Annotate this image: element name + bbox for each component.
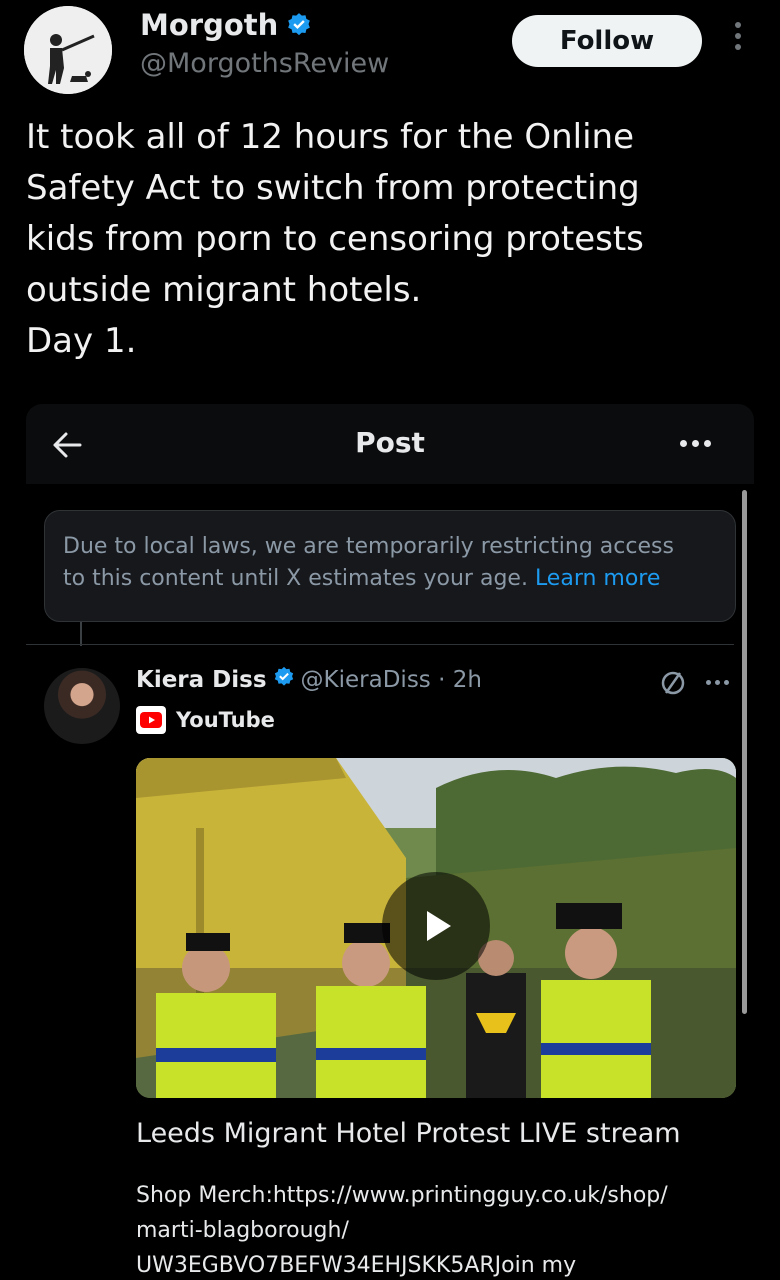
no-entry-icon[interactable] xyxy=(658,668,688,698)
age-restriction-notice: Due to local laws, we are temporarily re… xyxy=(44,510,736,622)
scrollbar[interactable] xyxy=(742,490,747,1014)
video-description: Shop Merch:https://www.printingguy.co.uk… xyxy=(136,1183,668,1278)
author-name-row[interactable]: Morgoth xyxy=(140,8,312,42)
more-options-icon[interactable] xyxy=(728,22,748,62)
source-row: YouTube xyxy=(136,706,275,734)
quoted-more-icon[interactable] xyxy=(706,680,729,685)
quoted-author-handle-time[interactable]: @KieraDiss · 2h xyxy=(301,667,482,693)
quoted-author-meta: Kiera Diss @KieraDiss · 2h xyxy=(136,666,482,694)
avatar-silhouette-icon xyxy=(24,6,112,94)
youtube-icon xyxy=(136,706,166,734)
quoted-author-avatar[interactable] xyxy=(44,668,120,744)
play-button-icon[interactable] xyxy=(382,872,490,980)
embedded-more-icon[interactable] xyxy=(680,440,711,447)
author-name[interactable]: Morgoth xyxy=(140,8,278,42)
embedded-post-screenshot[interactable]: Post Due to local laws, we are temporari… xyxy=(26,404,754,1280)
author-handle[interactable]: @MorgothsReview xyxy=(140,48,389,79)
source-label: YouTube xyxy=(176,708,275,732)
quoted-author-name[interactable]: Kiera Diss xyxy=(136,667,267,693)
video-thumbnail[interactable] xyxy=(136,758,736,1098)
embedded-post-title: Post xyxy=(355,426,425,459)
verified-badge-icon xyxy=(273,666,295,694)
thread-connector-line xyxy=(80,622,82,646)
learn-more-link[interactable]: Learn more xyxy=(535,566,660,591)
follow-button[interactable]: Follow xyxy=(512,15,702,67)
video-title[interactable]: Leeds Migrant Hotel Protest LIVE stream xyxy=(136,1118,681,1149)
tweet-text: It took all of 12 hours for the Online S… xyxy=(26,117,644,361)
divider xyxy=(26,644,734,645)
author-avatar[interactable] xyxy=(24,6,112,94)
verified-badge-icon xyxy=(286,12,312,38)
